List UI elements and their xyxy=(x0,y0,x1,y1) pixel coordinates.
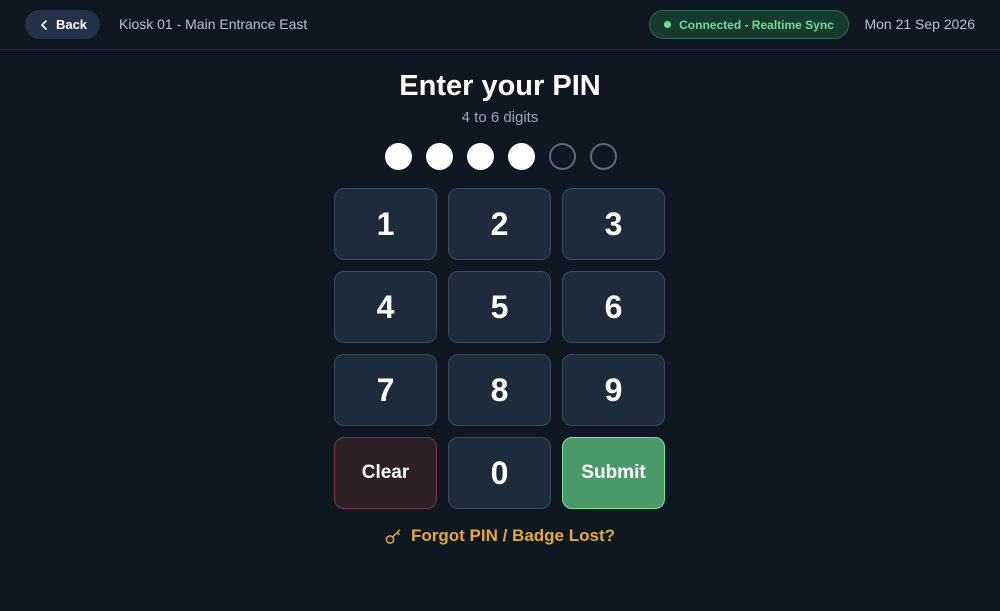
key-3[interactable]: 3 xyxy=(562,188,665,260)
connection-status-badge: Connected - Realtime Sync xyxy=(649,10,849,39)
key-2[interactable]: 2 xyxy=(448,188,551,260)
current-date: Mon 21 Sep 2026 xyxy=(864,16,975,32)
forgot-pin-link[interactable]: Forgot PIN / Badge Lost? xyxy=(0,526,1000,546)
keypad: 1 2 3 4 5 6 7 8 9 Clear 0 Submit xyxy=(334,188,666,509)
pin-dot-empty xyxy=(590,143,617,170)
forgot-pin-label: Forgot PIN / Badge Lost? xyxy=(411,526,615,545)
key-icon xyxy=(385,528,402,545)
pin-dot-filled xyxy=(385,143,412,170)
chevron-left-icon xyxy=(40,19,48,30)
status-label: Connected - Realtime Sync xyxy=(679,17,834,32)
page-subtitle: 4 to 6 digits xyxy=(461,109,539,126)
pin-dot-filled xyxy=(508,143,535,170)
pin-indicator xyxy=(385,143,617,170)
submit-button[interactable]: Submit xyxy=(562,437,665,509)
key-8[interactable]: 8 xyxy=(448,354,551,426)
key-9[interactable]: 9 xyxy=(562,354,665,426)
pin-dot-filled xyxy=(467,143,494,170)
pin-dot-filled xyxy=(426,143,453,170)
key-0[interactable]: 0 xyxy=(448,437,551,509)
status-dot-icon xyxy=(664,21,672,28)
back-label: Back xyxy=(55,17,88,32)
top-bar: Back Kiosk 01 - Main Entrance East Conne… xyxy=(0,0,1000,50)
page-title: Enter your PIN xyxy=(399,70,601,102)
key-4[interactable]: 4 xyxy=(334,271,437,343)
key-1[interactable]: 1 xyxy=(334,188,437,260)
kiosk-name: Kiosk 01 - Main Entrance East xyxy=(119,16,308,32)
key-7[interactable]: 7 xyxy=(334,354,437,426)
clear-button[interactable]: Clear xyxy=(334,437,437,509)
back-button[interactable]: Back xyxy=(25,10,100,39)
key-6[interactable]: 6 xyxy=(562,271,665,343)
pin-dot-empty xyxy=(549,143,576,170)
key-5[interactable]: 5 xyxy=(448,271,551,343)
